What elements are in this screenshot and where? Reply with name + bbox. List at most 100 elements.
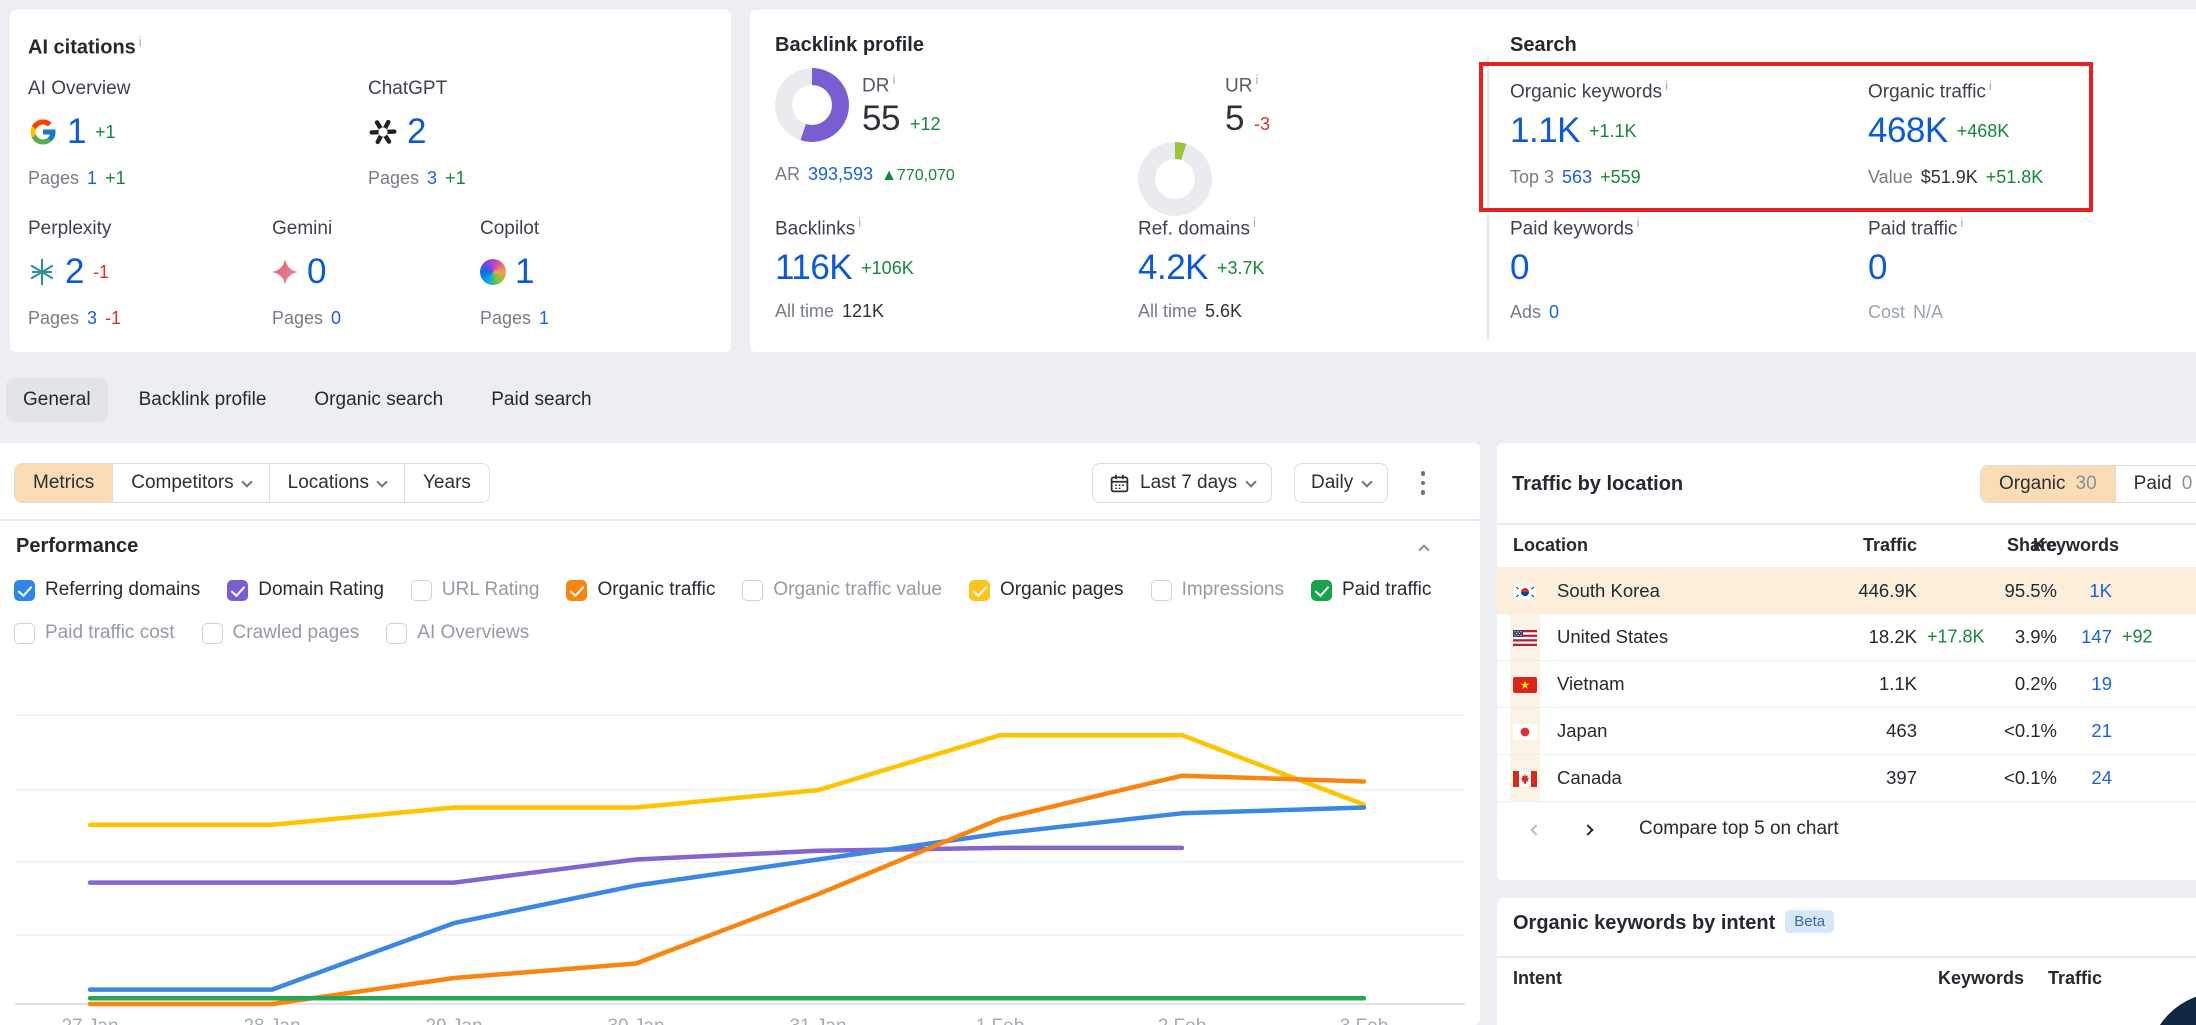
table-row-united-states[interactable]: United States 18.2K +17.8K 3.9% 147 +92 — [1497, 614, 2196, 661]
toggle-organic[interactable]: Organic30 — [1981, 466, 2115, 502]
keywords-value[interactable]: 21 — [2091, 720, 2112, 742]
page-next-icon[interactable] — [1571, 813, 1605, 847]
filter-metrics-button[interactable]: Metrics — [15, 464, 113, 502]
ref-domains-value[interactable]: 4.2K — [1138, 248, 1208, 288]
organic-paid-toggle: Organic30 Paid0 — [1980, 465, 2196, 503]
col-keywords[interactable]: Keywords — [1938, 968, 2024, 989]
table-row-vietnam[interactable]: Vietnam 1.1K 0.2% 19 — [1497, 661, 2196, 708]
paid-traffic-value[interactable]: 0 — [1868, 248, 1887, 288]
ai-citation-ai-overview: AI Overview 1 +1 Pages1+1 — [28, 78, 130, 189]
tab-paid-search[interactable]: Paid search — [474, 378, 608, 422]
info-icon[interactable]: i — [139, 34, 142, 49]
keywords-value[interactable]: 1K — [2089, 580, 2112, 602]
tab-backlink-profile[interactable]: Backlink profile — [122, 378, 284, 422]
metric-ai-overviews[interactable]: AI Overviews — [386, 622, 529, 644]
filter-years-button[interactable]: Years — [405, 464, 489, 502]
filter-locations-button[interactable]: Locations — [270, 464, 405, 502]
granularity-button[interactable]: Daily — [1294, 463, 1388, 503]
col-location[interactable]: Location — [1513, 535, 1588, 556]
filter-competitors-button[interactable]: Competitors — [113, 464, 269, 502]
annotation-highlight-box — [1479, 62, 2093, 212]
ar-delta: ▲770,070 — [881, 167, 955, 185]
metric-domain-rating[interactable]: Domain Rating — [227, 579, 384, 601]
pages-value[interactable]: 0 — [331, 308, 341, 329]
tab-organic-search[interactable]: Organic search — [297, 378, 460, 422]
x-axis-tick-label: 30 Jan — [607, 1016, 664, 1025]
pages-label: Pages — [368, 168, 419, 189]
citation-value[interactable]: 1 — [515, 252, 534, 292]
pages-value[interactable]: 1 — [87, 168, 97, 189]
keywords-value[interactable]: 19 — [2091, 673, 2112, 695]
table-row-south-korea[interactable]: South Korea 446.9K 95.5% 1K — [1497, 567, 2196, 614]
citation-label: AI Overview — [28, 78, 130, 100]
share-value: <0.1% — [2004, 720, 2057, 742]
performance-line-chart[interactable]: 27 Jan28 Jan29 Jan30 Jan31 Jan1 Feb2 Feb… — [0, 680, 1480, 1025]
citation-value[interactable]: 2 — [65, 252, 84, 292]
metric-organic-traffic[interactable]: Organic traffic — [566, 579, 715, 601]
toggle-paid[interactable]: Paid0 — [2115, 466, 2196, 502]
x-axis-tick-label: 27 Jan — [61, 1016, 118, 1025]
ads-label: Ads — [1510, 302, 1541, 323]
performance-card: Metrics Competitors Locations Years Last… — [0, 443, 1480, 1025]
calendar-icon — [1109, 473, 1130, 494]
country-name: Vietnam — [1557, 673, 1625, 695]
tab-general[interactable]: General — [6, 378, 108, 422]
table-row-japan[interactable]: Japan 463 <0.1% 21 — [1497, 708, 2196, 755]
table-row-canada[interactable]: Canada 397 <0.1% 24 — [1497, 755, 2196, 802]
metric-organic-pages[interactable]: Organic pages — [969, 579, 1124, 601]
pages-delta: +1 — [445, 168, 466, 189]
chevron-down-icon — [1362, 476, 1373, 487]
info-icon[interactable]: i — [1255, 72, 1258, 87]
metric-crawled-pages[interactable]: Crawled pages — [202, 622, 360, 644]
collapse-section-icon[interactable] — [1418, 544, 1429, 555]
pages-value[interactable]: 3 — [427, 168, 437, 189]
country-name: United States — [1557, 626, 1668, 648]
citation-delta: -1 — [93, 262, 109, 283]
more-options-kebab-icon[interactable] — [1408, 463, 1438, 503]
ar-label: AR — [775, 164, 800, 185]
pages-value[interactable]: 1 — [539, 308, 549, 329]
citation-value[interactable]: 0 — [307, 252, 326, 292]
ar-value[interactable]: 393,593 — [808, 164, 873, 185]
x-axis-tick-label: 29 Jan — [425, 1016, 482, 1025]
date-range-button[interactable]: Last 7 days — [1092, 463, 1272, 503]
info-icon[interactable]: i — [892, 72, 895, 87]
citation-label: Perplexity — [28, 218, 121, 240]
col-traffic[interactable]: Traffic — [1863, 535, 1917, 556]
info-icon[interactable]: i — [1637, 215, 1640, 230]
intent-table-header: Intent Keywords Traffic — [1497, 960, 2196, 1000]
metric-referring-domains[interactable]: Referring domains — [14, 579, 200, 601]
cost-value: N/A — [1913, 302, 1943, 323]
col-traffic[interactable]: Traffic — [2048, 968, 2102, 989]
citation-label: Gemini — [272, 218, 341, 240]
citation-label: Copilot — [480, 218, 549, 240]
ref-domains-delta: +3.7K — [1217, 258, 1265, 279]
pages-value[interactable]: 3 — [87, 308, 97, 329]
metric-impressions[interactable]: Impressions — [1151, 579, 1284, 601]
metric-paid-traffic-cost[interactable]: Paid traffic cost — [14, 622, 175, 644]
col-keywords[interactable]: Keywords — [2033, 535, 2119, 556]
compare-top5-link[interactable]: Compare top 5 on chart — [1639, 818, 1839, 840]
keywords-value[interactable]: 147 — [2081, 626, 2112, 648]
metric-paid-traffic[interactable]: Paid traffic — [1311, 579, 1431, 601]
citation-label: ChatGPT — [368, 78, 466, 100]
paid-keywords-value[interactable]: 0 — [1510, 248, 1529, 288]
info-icon[interactable]: i — [1253, 215, 1256, 230]
metric-checkbox-row-2: Paid traffic cost Crawled pages AI Overv… — [14, 622, 529, 644]
keywords-value[interactable]: 24 — [2091, 767, 2112, 789]
citation-value[interactable]: 2 — [407, 112, 426, 152]
ads-value[interactable]: 0 — [1549, 302, 1559, 323]
col-intent[interactable]: Intent — [1513, 968, 1562, 989]
dr-donut-chart — [775, 68, 849, 142]
info-icon[interactable]: i — [858, 215, 861, 230]
backlinks-value[interactable]: 116K — [775, 248, 852, 288]
intent-card-title: Organic keywords by intentBeta — [1513, 912, 1834, 935]
pages-delta: -1 — [105, 308, 121, 329]
page-prev-icon[interactable] — [1519, 813, 1553, 847]
metric-organic-traffic-value[interactable]: Organic traffic value — [742, 579, 942, 601]
flag-united-states-icon — [1513, 629, 1537, 645]
citation-value[interactable]: 1 — [67, 112, 86, 152]
metric-url-rating[interactable]: URL Rating — [411, 579, 540, 601]
traffic-table-header: Location Traffic Share Keywords — [1497, 527, 2196, 567]
info-icon[interactable]: i — [1960, 215, 1963, 230]
